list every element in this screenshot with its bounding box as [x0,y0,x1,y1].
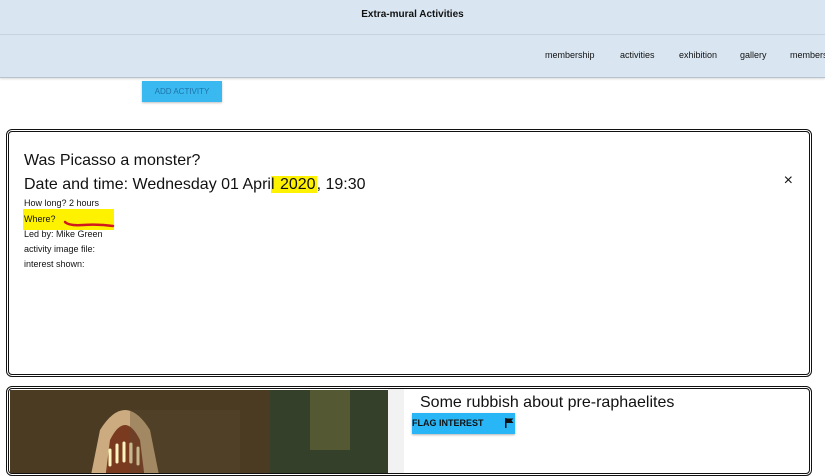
activity-date-time: Date and time: Wednesday 01 April 2020, … [24,176,366,194]
activity-title: Some rubbish about pre-raphaelites [420,394,675,411]
app-bar: Extra-mural Activities membership activi… [0,0,825,78]
activity-interest: interest shown: [24,259,85,269]
nav-item-gallery[interactable]: gallery [740,50,767,60]
date-text: Date and time: Wednesday 01 Apri [24,176,271,193]
close-icon[interactable]: × [784,172,793,190]
date-year-highlight: 2020 [278,176,317,193]
nav-item-activities[interactable]: activities [620,50,655,60]
red-underline-annotation [63,220,115,228]
activity-leader: Led by: Mike Green [24,229,103,239]
add-activity-button[interactable]: ADD ACTIVITY [142,81,222,102]
image-gap [388,389,404,473]
flag-interest-button[interactable]: FLAG INTEREST [412,413,515,434]
activity-image-file: activity image file: [24,244,96,254]
flag-interest-label: FLAG INTEREST [412,418,484,428]
painting-image [10,390,388,473]
main-nav: membership activities exhibition gallery… [0,50,825,64]
nav-item-members[interactable]: members [790,50,825,60]
flag-icon [505,418,514,428]
activity-duration: How long? 2 hours [24,198,100,208]
date-highlight-l: l [270,176,275,193]
activity-location: Where? [24,214,56,224]
nav-item-exhibition[interactable]: exhibition [679,50,717,60]
nav-item-membership[interactable]: membership [545,50,595,60]
date-time-suffix: , 19:30 [316,176,366,193]
app-title: Extra-mural Activities [361,9,464,20]
activity-card: Was Picasso a monster? Date and time: We… [6,129,812,377]
app-bar-divider [0,34,825,35]
activity-image [10,390,388,473]
activity-title: Was Picasso a monster? [24,152,201,169]
activity-card: Some rubbish about pre-raphaelites FLAG … [6,386,812,476]
